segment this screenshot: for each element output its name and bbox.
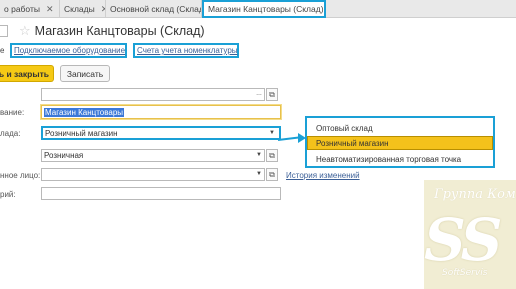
comment-field[interactable] [41, 187, 281, 200]
open-icon[interactable]: ⧉ [266, 168, 278, 181]
name-value: Магазин Канцтовары [44, 107, 125, 117]
tab-stationery-store[interactable]: Магазин Канцтовары (Склад) ✕ [202, 0, 326, 18]
favorite-star-icon[interactable]: ☆ [19, 23, 31, 39]
dropdown-option[interactable]: Неавтоматизированная торговая точка [307, 152, 493, 166]
dropdown-option[interactable]: Оптовый склад [307, 121, 493, 135]
form-links: е Подключаемое оборудование Счета учета … [0, 43, 516, 59]
tab-start-page[interactable]: о работы ✕ [0, 0, 60, 18]
close-icon[interactable]: ✕ [46, 4, 54, 15]
history-link[interactable]: История изменений [286, 171, 360, 180]
tab-label: Склады [64, 4, 95, 14]
watermark-logo: Группа Ком SS SoftServis [424, 180, 516, 289]
comment-label: рий: [0, 190, 16, 199]
tab-warehouses[interactable]: Склады ✕ [60, 0, 106, 18]
equipment-link[interactable]: Подключаемое оборудование [10, 43, 127, 58]
name-field[interactable]: Магазин Канцтовары [41, 105, 281, 119]
tab-main-warehouse[interactable]: Основной склад (Склад) ✕ [106, 0, 202, 18]
dots-icon[interactable]: … [256, 89, 262, 100]
watermark-line1: Группа Ком [434, 187, 516, 202]
accounts-link[interactable]: Счета учета номенклатуры [133, 43, 239, 58]
title-row: ☆ Магазин Канцтовары (Склад) [0, 19, 516, 43]
chevron-down-icon[interactable]: ▼ [256, 150, 262, 161]
price-type-field[interactable]: Розничная ▼ [41, 149, 265, 162]
open-icon[interactable]: ⧉ [266, 88, 278, 101]
save-button[interactable]: Записать [60, 65, 110, 82]
watermark-big: SS [424, 206, 502, 274]
chevron-down-icon[interactable]: ▼ [256, 169, 262, 180]
nav-back-button[interactable] [0, 25, 8, 37]
main-link-label[interactable]: е [0, 46, 4, 55]
window: о работы ✕ Склады ✕ Основной склад (Скла… [0, 0, 516, 289]
watermark-line2: SoftServis [442, 268, 488, 278]
equipment-link-label: Подключаемое оборудование [14, 46, 126, 55]
responsible-field[interactable]: ▼ [41, 168, 265, 181]
accounts-link-label: Счета учета номенклатуры [137, 46, 238, 55]
save-and-close-button[interactable]: ть и закрыть [0, 65, 54, 82]
tab-bar: о работы ✕ Склады ✕ Основной склад (Скла… [0, 0, 516, 18]
tab-label: Магазин Канцтовары (Склад) [208, 4, 324, 14]
type-value: Розничный магазин [45, 128, 118, 138]
parent-field[interactable]: … [41, 88, 265, 101]
type-select[interactable]: Розничный магазин ▼ [41, 126, 281, 140]
chevron-down-icon[interactable]: ▼ [269, 128, 275, 138]
tab-label: о работы [4, 4, 40, 14]
page-title: Магазин Канцтовары (Склад) [34, 24, 205, 38]
tab-label: Основной склад (Склад) [110, 4, 202, 14]
dropdown-option-selected[interactable]: Розничный магазин [307, 136, 493, 150]
open-icon[interactable]: ⧉ [266, 149, 278, 162]
responsible-label: нное лицо: [0, 171, 41, 180]
type-label: лада: [0, 129, 21, 138]
price-type-value: Розничная [44, 151, 84, 160]
type-dropdown-list: Оптовый склад Розничный магазин Неавтома… [305, 116, 495, 168]
name-label: вание: [0, 108, 25, 117]
